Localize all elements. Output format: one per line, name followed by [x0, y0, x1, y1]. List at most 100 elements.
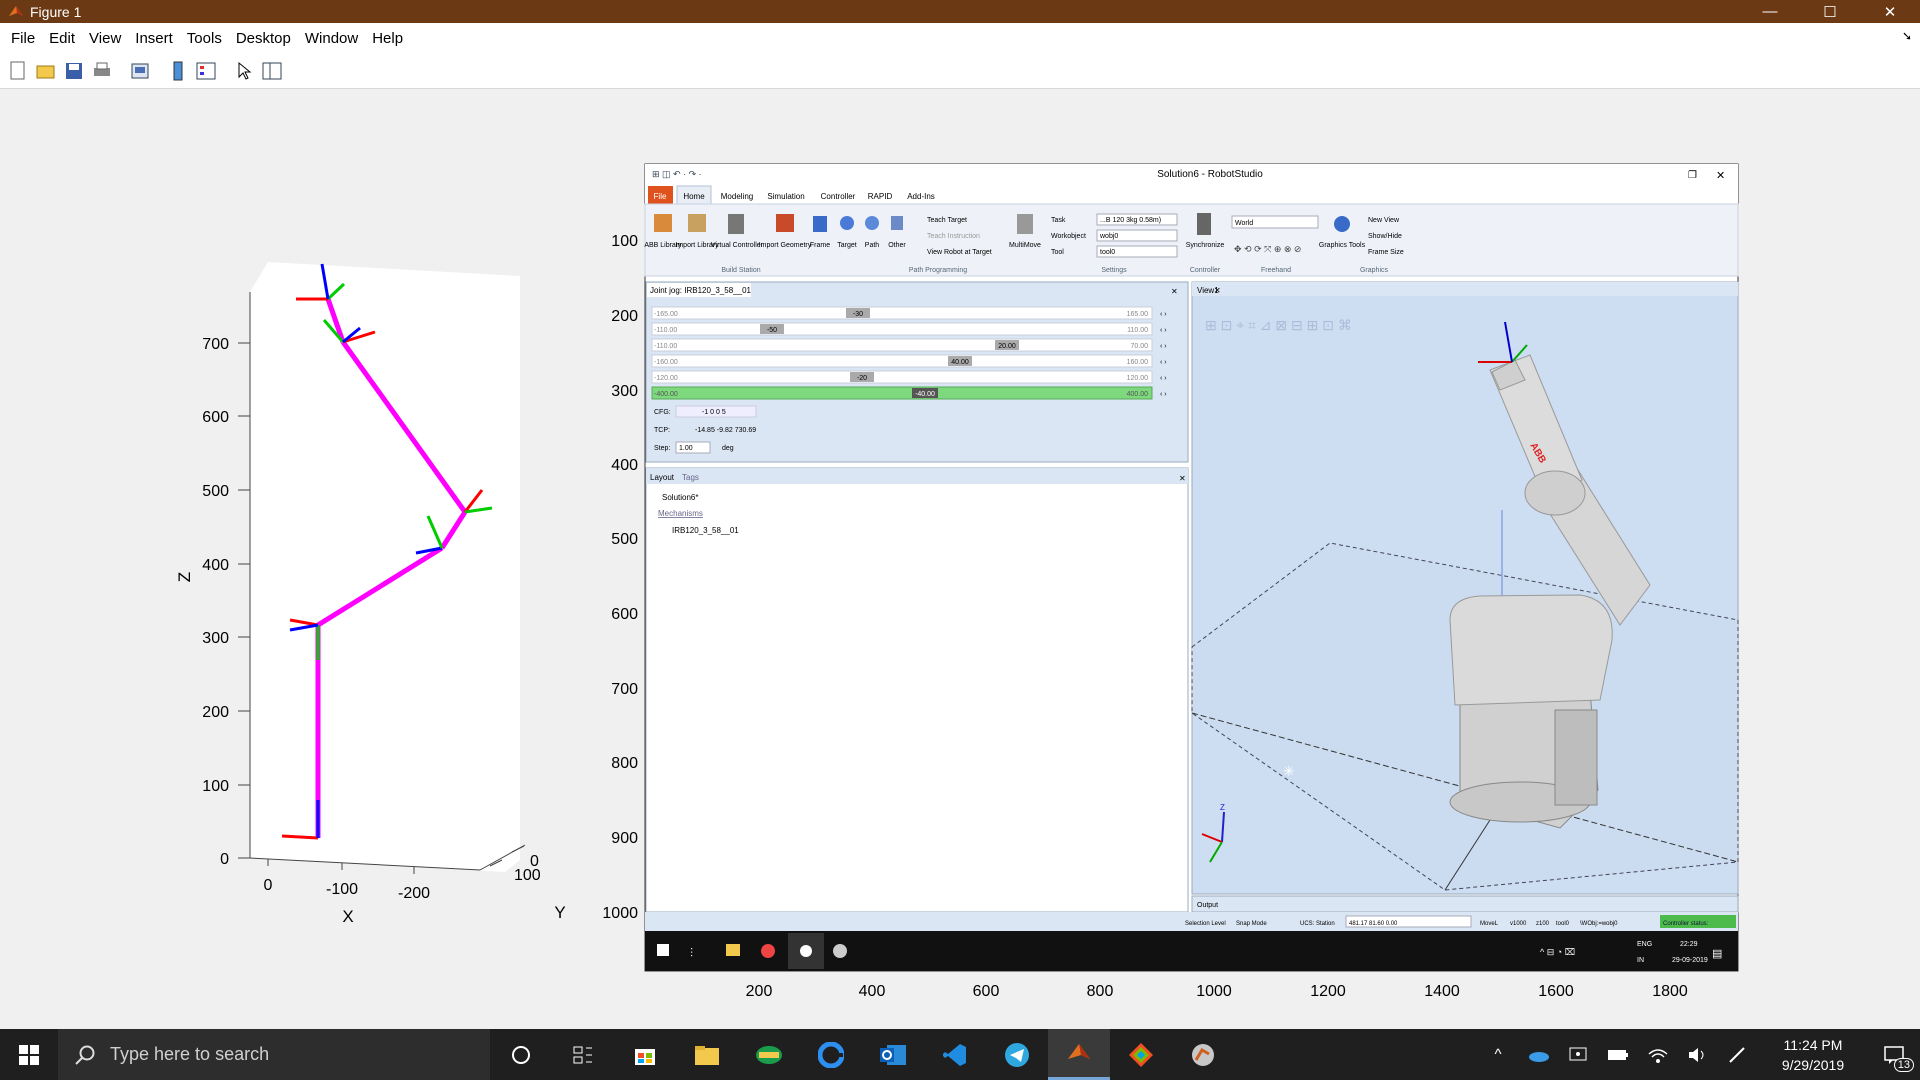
rs-tree-mechanisms[interactable]: Mechanisms — [658, 509, 703, 518]
rs-jog-arrows[interactable]: ‹ › — [1160, 311, 1167, 318]
menu-tools[interactable]: Tools — [180, 30, 229, 47]
rs-tab-addins[interactable]: Add-Ins — [907, 192, 935, 201]
robotstudio-image[interactable]: Solution6 - RobotStudio ⊞ ◫ ↶ · ↷ · ❐ ✕ … — [644, 163, 1739, 972]
axes3d-pane[interactable] — [250, 262, 520, 872]
open-icon[interactable] — [34, 59, 58, 83]
new-figure-icon[interactable] — [6, 59, 30, 83]
svg-text:Frame Size[interactable]: Frame Size — [1368, 249, 1404, 256]
rs-graphics-tools-button[interactable]: Graphics Tools — [1319, 242, 1366, 249]
svg-text:‹ ›[interactable]: ‹ › — [1160, 343, 1167, 350]
svg-text:‹ ›[interactable]: ‹ › — [1160, 375, 1167, 382]
matlab-taskbar-icon[interactable] — [1048, 1029, 1110, 1080]
rs-panel-close-icon[interactable]: ✕ — [1171, 287, 1178, 296]
rs-freehand-icons[interactable]: ✥ ⟲ ⟳ ⤧ ⊕ ⊗ ⊘ — [1234, 244, 1301, 254]
taskbar-clock[interactable]: 11:24 PM 9/29/2019 — [1758, 1035, 1868, 1075]
start-button[interactable] — [0, 1029, 58, 1080]
rs-close-icon[interactable]: ✕ — [1716, 170, 1725, 182]
rs-layout-tab[interactable]: Layout — [650, 473, 675, 482]
rs-restore-icon[interactable]: ❐ — [1688, 170, 1697, 181]
chevron-up-icon[interactable]: ^ — [1478, 1029, 1518, 1080]
svg-text:New View[interactable]: New View — [1368, 217, 1400, 224]
save-icon[interactable] — [62, 59, 86, 83]
volume-icon[interactable] — [1678, 1029, 1718, 1080]
svg-text:Show/Hide[interactable]: Show/Hide — [1368, 233, 1402, 240]
rs-output-tab[interactable]: Output — [1197, 902, 1218, 909]
rs-teach-target[interactable]: Teach Target — [927, 217, 967, 224]
link-plot-icon[interactable] — [128, 59, 152, 83]
display-icon[interactable] — [1558, 1029, 1598, 1080]
svg-text:1400: 1400 — [1424, 983, 1460, 1000]
rs-tool-select[interactable]: tool0 — [1100, 249, 1115, 256]
media-app-icon[interactable] — [738, 1029, 800, 1080]
menu-desktop[interactable]: Desktop — [229, 30, 298, 47]
rs-tab-rapid[interactable]: RAPID — [868, 192, 893, 201]
app-diamond-icon[interactable] — [1110, 1029, 1172, 1080]
menu-edit[interactable]: Edit — [42, 30, 82, 47]
menu-help[interactable]: Help — [365, 30, 410, 47]
edge-icon[interactable] — [800, 1029, 862, 1080]
rs-quickaccess-icons[interactable]: ⊞ ◫ ↶ · ↷ · — [652, 169, 702, 179]
file-explorer-icon[interactable] — [676, 1029, 738, 1080]
rs-task-select[interactable]: ...B 120 3kg 0.58m) — [1100, 217, 1161, 224]
rs-tags-tab[interactable]: Tags — [682, 473, 699, 482]
rs-tab-controller[interactable]: Controller — [821, 192, 856, 201]
rs-tree-solution[interactable]: Solution6* — [662, 493, 698, 502]
svg-text:29-09-2019: 29-09-2019 — [1672, 957, 1708, 964]
rs-world-select[interactable]: World — [1235, 220, 1253, 227]
svg-text:‹ ›[interactable]: ‹ › — [1160, 327, 1167, 334]
svg-text:v1000: v1000 — [1510, 921, 1527, 927]
svg-text:Selection Level[interactable]: Selection Level — [1185, 921, 1226, 927]
x-tick-label: -100 — [326, 881, 358, 898]
rs-multimove-button[interactable]: MultiMove — [1009, 242, 1041, 249]
svg-text:120.00: 120.00 — [1127, 375, 1149, 382]
rs-tab-simulation[interactable]: Simulation — [767, 192, 804, 201]
battery-icon[interactable] — [1598, 1029, 1638, 1080]
svg-text:Build Station: Build Station — [721, 267, 760, 274]
task-view-icon[interactable] — [552, 1029, 614, 1080]
rs-view-robot-at-target[interactable]: View Robot at Target — [927, 249, 992, 256]
store-icon[interactable] — [614, 1029, 676, 1080]
pen-icon[interactable] — [1718, 1029, 1758, 1080]
rs-target-button[interactable]: Target — [837, 242, 857, 249]
undock-arrow-icon[interactable]: ➘ — [1902, 29, 1912, 43]
rs-path-button[interactable]: Path — [865, 242, 880, 249]
cortana-icon[interactable] — [490, 1029, 552, 1080]
wifi-icon[interactable] — [1638, 1029, 1678, 1080]
rs-tree-robot[interactable]: IRB120_3_58__01 — [672, 526, 739, 535]
insert-colorbar-icon[interactable] — [166, 59, 190, 83]
rs-synchronize-button[interactable]: Synchronize — [1186, 242, 1225, 249]
rs-virtual-controller-button[interactable]: Virtual Controller — [711, 242, 764, 249]
property-inspector-icon[interactable] — [260, 59, 284, 83]
menu-view[interactable]: View — [82, 30, 128, 47]
taskbar-search-box[interactable]: Type here to search — [58, 1029, 490, 1080]
menu-window[interactable]: Window — [298, 30, 365, 47]
vscode-icon[interactable] — [924, 1029, 986, 1080]
outlook-icon[interactable] — [862, 1029, 924, 1080]
svg-text:165.00: 165.00 — [1127, 311, 1149, 318]
close-button[interactable]: ✕ — [1860, 0, 1920, 23]
menu-insert[interactable]: Insert — [128, 30, 180, 47]
telegram-icon[interactable] — [986, 1029, 1048, 1080]
rs-joint-jog-tab[interactable]: Joint jog: IRB120_3_58__01 — [650, 286, 752, 295]
insert-legend-icon[interactable] — [194, 59, 218, 83]
action-center-button[interactable]: 13 — [1868, 1029, 1920, 1080]
svg-text:‹ ›[interactable]: ‹ › — [1160, 391, 1167, 398]
edit-plot-icon[interactable] — [232, 59, 256, 83]
rs-view-toolbar[interactable]: ⊞ ⊡ ⌖ ⌗ ⊿ ⊠ ⊟ ⊞ ⊡ ⌘ — [1205, 317, 1352, 333]
rs-import-geometry-button[interactable]: Import Geometry — [759, 242, 812, 249]
rs-frame-button[interactable]: Frame — [810, 242, 830, 249]
maximize-button[interactable]: ☐ — [1800, 0, 1860, 23]
robotstudio-taskbar-icon[interactable] — [1172, 1029, 1234, 1080]
rs-other-button[interactable]: Other — [888, 242, 906, 249]
svg-text:Snap Mode[interactable]: Snap Mode — [1236, 921, 1267, 927]
rs-teach-instruction[interactable]: Teach Instruction — [927, 233, 980, 240]
minimize-button[interactable]: — — [1740, 0, 1800, 23]
rs-layout-close-icon[interactable]: ✕ — [1179, 474, 1186, 483]
rs-tab-modeling[interactable]: Modeling — [721, 192, 753, 201]
onedrive-icon[interactable] — [1518, 1029, 1558, 1080]
svg-text:‹ ›[interactable]: ‹ › — [1160, 359, 1167, 366]
menu-file[interactable]: File — [4, 30, 42, 47]
rs-workobject-select[interactable]: wobj0 — [1099, 233, 1118, 240]
print-icon[interactable] — [90, 59, 114, 83]
rs-view1-close-icon[interactable]: ✕ — [1214, 286, 1221, 295]
